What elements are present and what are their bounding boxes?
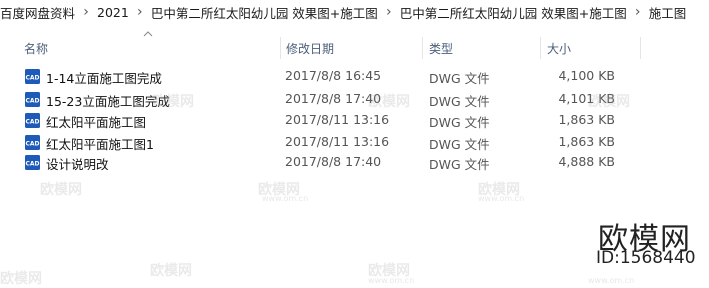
column-header-type[interactable]: 类型 [429,40,453,57]
watermark: 欧模网 [0,271,42,287]
svg-text:CAD: CAD [25,161,39,168]
watermark-domain: www.om.cn [588,276,635,285]
watermark: 欧模网 [478,182,520,198]
watermark-domain: www.om.cn [368,276,415,285]
file-row[interactable]: CAD 红太阳平面施工图1 2017/8/11 13:16 DWG 文件 1,8… [0,132,709,153]
cad-file-icon: CAD [25,69,40,84]
column-header-row: 名称 修改日期 类型 大小 [0,37,709,59]
watermark-domain: www.om.cn [478,194,525,203]
file-date: 2017/8/8 16:45 [285,68,382,83]
chevron-right-icon[interactable] [133,4,147,20]
cad-file-icon: CAD [25,155,40,170]
file-date: 2017/8/11 13:16 [285,112,390,127]
file-row[interactable]: CAD 红太阳平面施工图 2017/8/11 13:16 DWG 文件 1,86… [0,110,709,131]
breadcrumb-item-baidu[interactable]: 百度网盘资料 [0,3,79,22]
file-type: DWG 文件 [429,157,490,172]
file-name: 15-23立面施工图完成 [46,94,170,109]
svg-text:CAD: CAD [25,141,39,148]
chevron-right-icon[interactable] [382,4,396,20]
cad-file-icon: CAD [25,135,40,150]
svg-text:CAD: CAD [25,75,39,82]
chevron-right-icon[interactable] [631,4,645,20]
breadcrumb-item-current[interactable]: 施工图 [645,3,691,22]
breadcrumb-item-project-sub[interactable]: 巴中第二所红太阳幼儿园 效果图+施工图 [396,3,631,22]
svg-text:CAD: CAD [25,119,39,126]
breadcrumb-item-project[interactable]: 巴中第二所红太阳幼儿园 效果图+施工图 [147,3,382,22]
column-divider[interactable] [640,37,641,59]
column-divider[interactable] [422,37,423,59]
file-name: 红太阳平面施工图1 [46,137,154,152]
file-size: 4,101 KB [558,91,615,106]
watermark: 欧模网 [258,182,300,198]
column-divider[interactable] [280,37,281,59]
file-type: DWG 文件 [429,71,490,86]
column-header-size[interactable]: 大小 [547,40,571,57]
file-size: 4,100 KB [558,68,615,83]
watermark: 欧模网 [40,182,82,198]
file-name: 1-14立面施工图完成 [46,71,162,86]
file-row[interactable]: CAD 1-14立面施工图完成 2017/8/8 16:45 DWG 文件 4,… [0,66,709,87]
svg-text:CAD: CAD [25,98,39,105]
file-size: 1,863 KB [558,134,615,149]
file-type: DWG 文件 [429,94,490,109]
watermark: 欧模网 [368,263,410,279]
file-date: 2017/8/8 17:40 [285,154,382,169]
file-name: 红太阳平面施工图 [46,115,147,130]
column-header-date[interactable]: 修改日期 [286,40,334,57]
brand-id: ID:1568440 [596,248,696,268]
cad-file-icon: CAD [25,113,40,128]
watermark: 欧模网 [150,263,192,279]
file-row[interactable]: CAD 设计说明改 2017/8/8 17:40 DWG 文件 4,888 KB [0,152,709,173]
chevron-right-icon[interactable] [79,4,93,20]
file-date: 2017/8/11 13:16 [285,134,390,149]
file-type: DWG 文件 [429,115,490,130]
file-date: 2017/8/8 17:40 [285,91,382,106]
breadcrumb-item-2021[interactable]: 2021 [93,5,133,20]
file-row[interactable]: CAD 15-23立面施工图完成 2017/8/8 17:40 DWG 文件 4… [0,89,709,110]
file-name: 设计说明改 [46,157,109,172]
file-size: 1,863 KB [558,112,615,127]
column-divider[interactable] [540,37,541,59]
watermark-domain: www.om.cn [262,194,309,203]
file-size: 4,888 KB [558,154,615,169]
cad-file-icon: CAD [25,92,40,107]
file-type: DWG 文件 [429,137,490,152]
column-header-name[interactable]: 名称 [24,40,48,57]
breadcrumb: 百度网盘资料 2021 巴中第二所红太阳幼儿园 效果图+施工图 巴中第二所红太阳… [0,0,709,24]
